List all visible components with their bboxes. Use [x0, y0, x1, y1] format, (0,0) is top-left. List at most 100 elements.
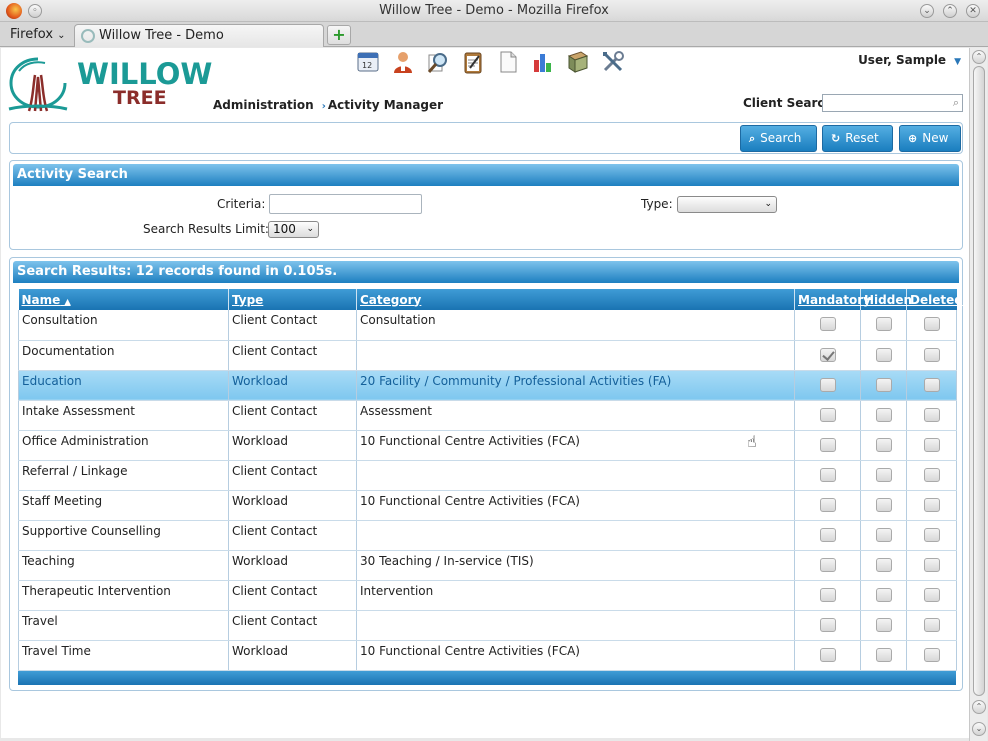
close-icon[interactable]: ✕	[966, 4, 980, 18]
column-category-header[interactable]: Category	[356, 289, 795, 310]
mandatory-checkbox[interactable]	[819, 347, 836, 362]
hidden-checkbox[interactable]	[875, 467, 892, 482]
hidden-checkbox[interactable]	[875, 437, 892, 452]
deleted-checkbox[interactable]	[923, 497, 940, 512]
cell-name: Therapeutic Intervention	[18, 580, 229, 611]
plus-circle-icon: ⊕	[908, 132, 918, 145]
new-tab-button[interactable]: +	[327, 25, 351, 45]
new-button[interactable]: ⊕ New	[899, 125, 961, 152]
cell-name: Office Administration	[18, 430, 229, 461]
table-row[interactable]: Office Administration Workload 10 Function…	[18, 430, 957, 461]
results-limit-select[interactable]: 100 ⌄	[268, 221, 319, 238]
deleted-checkbox[interactable]	[923, 407, 940, 422]
deleted-checkbox[interactable]	[923, 617, 940, 632]
minimize-icon[interactable]: ⌄	[920, 4, 934, 18]
mandatory-checkbox[interactable]	[819, 617, 836, 632]
cell-mandatory	[794, 550, 861, 581]
scroll-up-icon[interactable]: ⌃	[972, 50, 986, 64]
mandatory-checkbox[interactable]	[819, 467, 836, 482]
scroll-up-lower-icon[interactable]: ⌃	[972, 700, 986, 714]
table-row[interactable]: Education Workload 20 Facility / Community…	[18, 370, 957, 401]
scrollbar-thumb[interactable]	[973, 66, 985, 696]
reset-button[interactable]: ↻ Reset	[822, 125, 893, 152]
breadcrumb-administration[interactable]: Administration	[213, 98, 314, 112]
hidden-checkbox[interactable]	[875, 617, 892, 632]
table-row[interactable]: Documentation Client Contact	[18, 340, 957, 371]
search-button[interactable]: ⌕ Search	[740, 125, 817, 152]
cell-mandatory	[794, 580, 861, 611]
mandatory-checkbox[interactable]	[819, 377, 836, 392]
scroll-down-icon[interactable]: ⌄	[972, 722, 986, 736]
criteria-input[interactable]	[269, 194, 422, 214]
mandatory-checkbox[interactable]	[819, 437, 836, 452]
column-type-header[interactable]: Type	[228, 289, 357, 310]
hidden-checkbox[interactable]	[875, 527, 892, 542]
table-row[interactable]: Referral / Linkage Client Contact	[18, 460, 957, 491]
mandatory-checkbox[interactable]	[819, 587, 836, 602]
calendar-icon[interactable]: 12	[356, 50, 380, 74]
mandatory-checkbox[interactable]	[819, 527, 836, 542]
column-hidden-header[interactable]: Hidden	[860, 289, 912, 310]
activity-search-title: Activity Search	[13, 164, 959, 186]
cell-deleted	[906, 460, 957, 491]
table-row[interactable]: Intake Assessment Client Contact Assessmen…	[18, 400, 957, 431]
page-scrollbar[interactable]: ⌃ ⌃ ⌄	[969, 48, 987, 741]
column-mandatory-header[interactable]: Mandatory	[794, 289, 871, 310]
deleted-checkbox[interactable]	[923, 587, 940, 602]
willow-tree-logo[interactable]: WILLOW TREE	[5, 51, 215, 115]
deleted-checkbox[interactable]	[923, 647, 940, 662]
hidden-checkbox[interactable]	[875, 647, 892, 662]
deleted-checkbox[interactable]	[923, 347, 940, 362]
tools-icon[interactable]	[601, 50, 625, 74]
clipboard-icon[interactable]	[461, 50, 485, 74]
table-row[interactable]: Teaching Workload 30 Teaching / In-service…	[18, 550, 957, 581]
book-icon[interactable]	[566, 50, 590, 74]
deleted-checkbox[interactable]	[923, 317, 940, 331]
document-icon[interactable]	[496, 50, 520, 74]
hidden-checkbox[interactable]	[875, 347, 892, 362]
browser-tab[interactable]: Willow Tree - Demo	[74, 24, 324, 47]
table-row[interactable]: Supportive Counselling Client Contact	[18, 520, 957, 551]
cell-hidden	[860, 310, 907, 341]
firefox-menu-button[interactable]: Firefox ⌄	[10, 27, 66, 42]
user-menu[interactable]: User, Sample ▼	[858, 53, 961, 67]
mandatory-checkbox[interactable]	[819, 647, 836, 662]
cell-deleted	[906, 640, 957, 671]
mandatory-checkbox[interactable]	[819, 407, 836, 422]
type-select[interactable]: ⌄	[677, 196, 777, 213]
hidden-checkbox[interactable]	[875, 587, 892, 602]
client-search-input[interactable]: ⌕	[822, 94, 963, 112]
hidden-checkbox[interactable]	[875, 377, 892, 392]
deleted-checkbox[interactable]	[923, 557, 940, 572]
criteria-label: Criteria:	[217, 197, 266, 211]
maximize-icon[interactable]: ⌃	[943, 4, 957, 18]
chart-icon[interactable]	[531, 50, 555, 74]
table-row[interactable]: Therapeutic Intervention Client Contact In…	[18, 580, 957, 611]
table-row[interactable]: Staff Meeting Workload 10 Functional Centr…	[18, 490, 957, 521]
deleted-checkbox[interactable]	[923, 437, 940, 452]
mandatory-checkbox[interactable]	[819, 557, 836, 572]
hidden-checkbox[interactable]	[875, 407, 892, 422]
browser-tabbar: Firefox ⌄ Willow Tree - Demo +	[0, 22, 988, 47]
deleted-checkbox[interactable]	[923, 467, 940, 482]
breadcrumb-activity-manager: Activity Manager	[327, 98, 444, 112]
client-icon[interactable]	[391, 50, 415, 74]
cell-category	[356, 520, 795, 551]
table-row[interactable]: Travel Client Contact	[18, 610, 957, 641]
hidden-checkbox[interactable]	[875, 497, 892, 512]
cell-hidden	[860, 430, 907, 461]
hidden-checkbox[interactable]	[875, 557, 892, 572]
deleted-checkbox[interactable]	[923, 377, 940, 392]
mandatory-checkbox[interactable]	[819, 317, 836, 331]
table-row[interactable]: Travel Time Workload 10 Functional Centre …	[18, 640, 957, 671]
hidden-checkbox[interactable]	[875, 317, 892, 331]
search-results-title: Search Results: 12 records found in 0.10…	[13, 261, 959, 283]
table-row[interactable]: Consultation Client Contact Consultation	[18, 310, 957, 341]
cell-deleted	[906, 310, 957, 341]
mandatory-checkbox[interactable]	[819, 497, 836, 512]
deleted-checkbox[interactable]	[923, 527, 940, 542]
search-icon[interactable]: ⌕	[953, 96, 959, 110]
search-docs-icon[interactable]	[426, 50, 450, 74]
column-deleted-header[interactable]: Deleted	[906, 289, 963, 310]
column-name-header[interactable]: Name ▲	[18, 289, 229, 310]
